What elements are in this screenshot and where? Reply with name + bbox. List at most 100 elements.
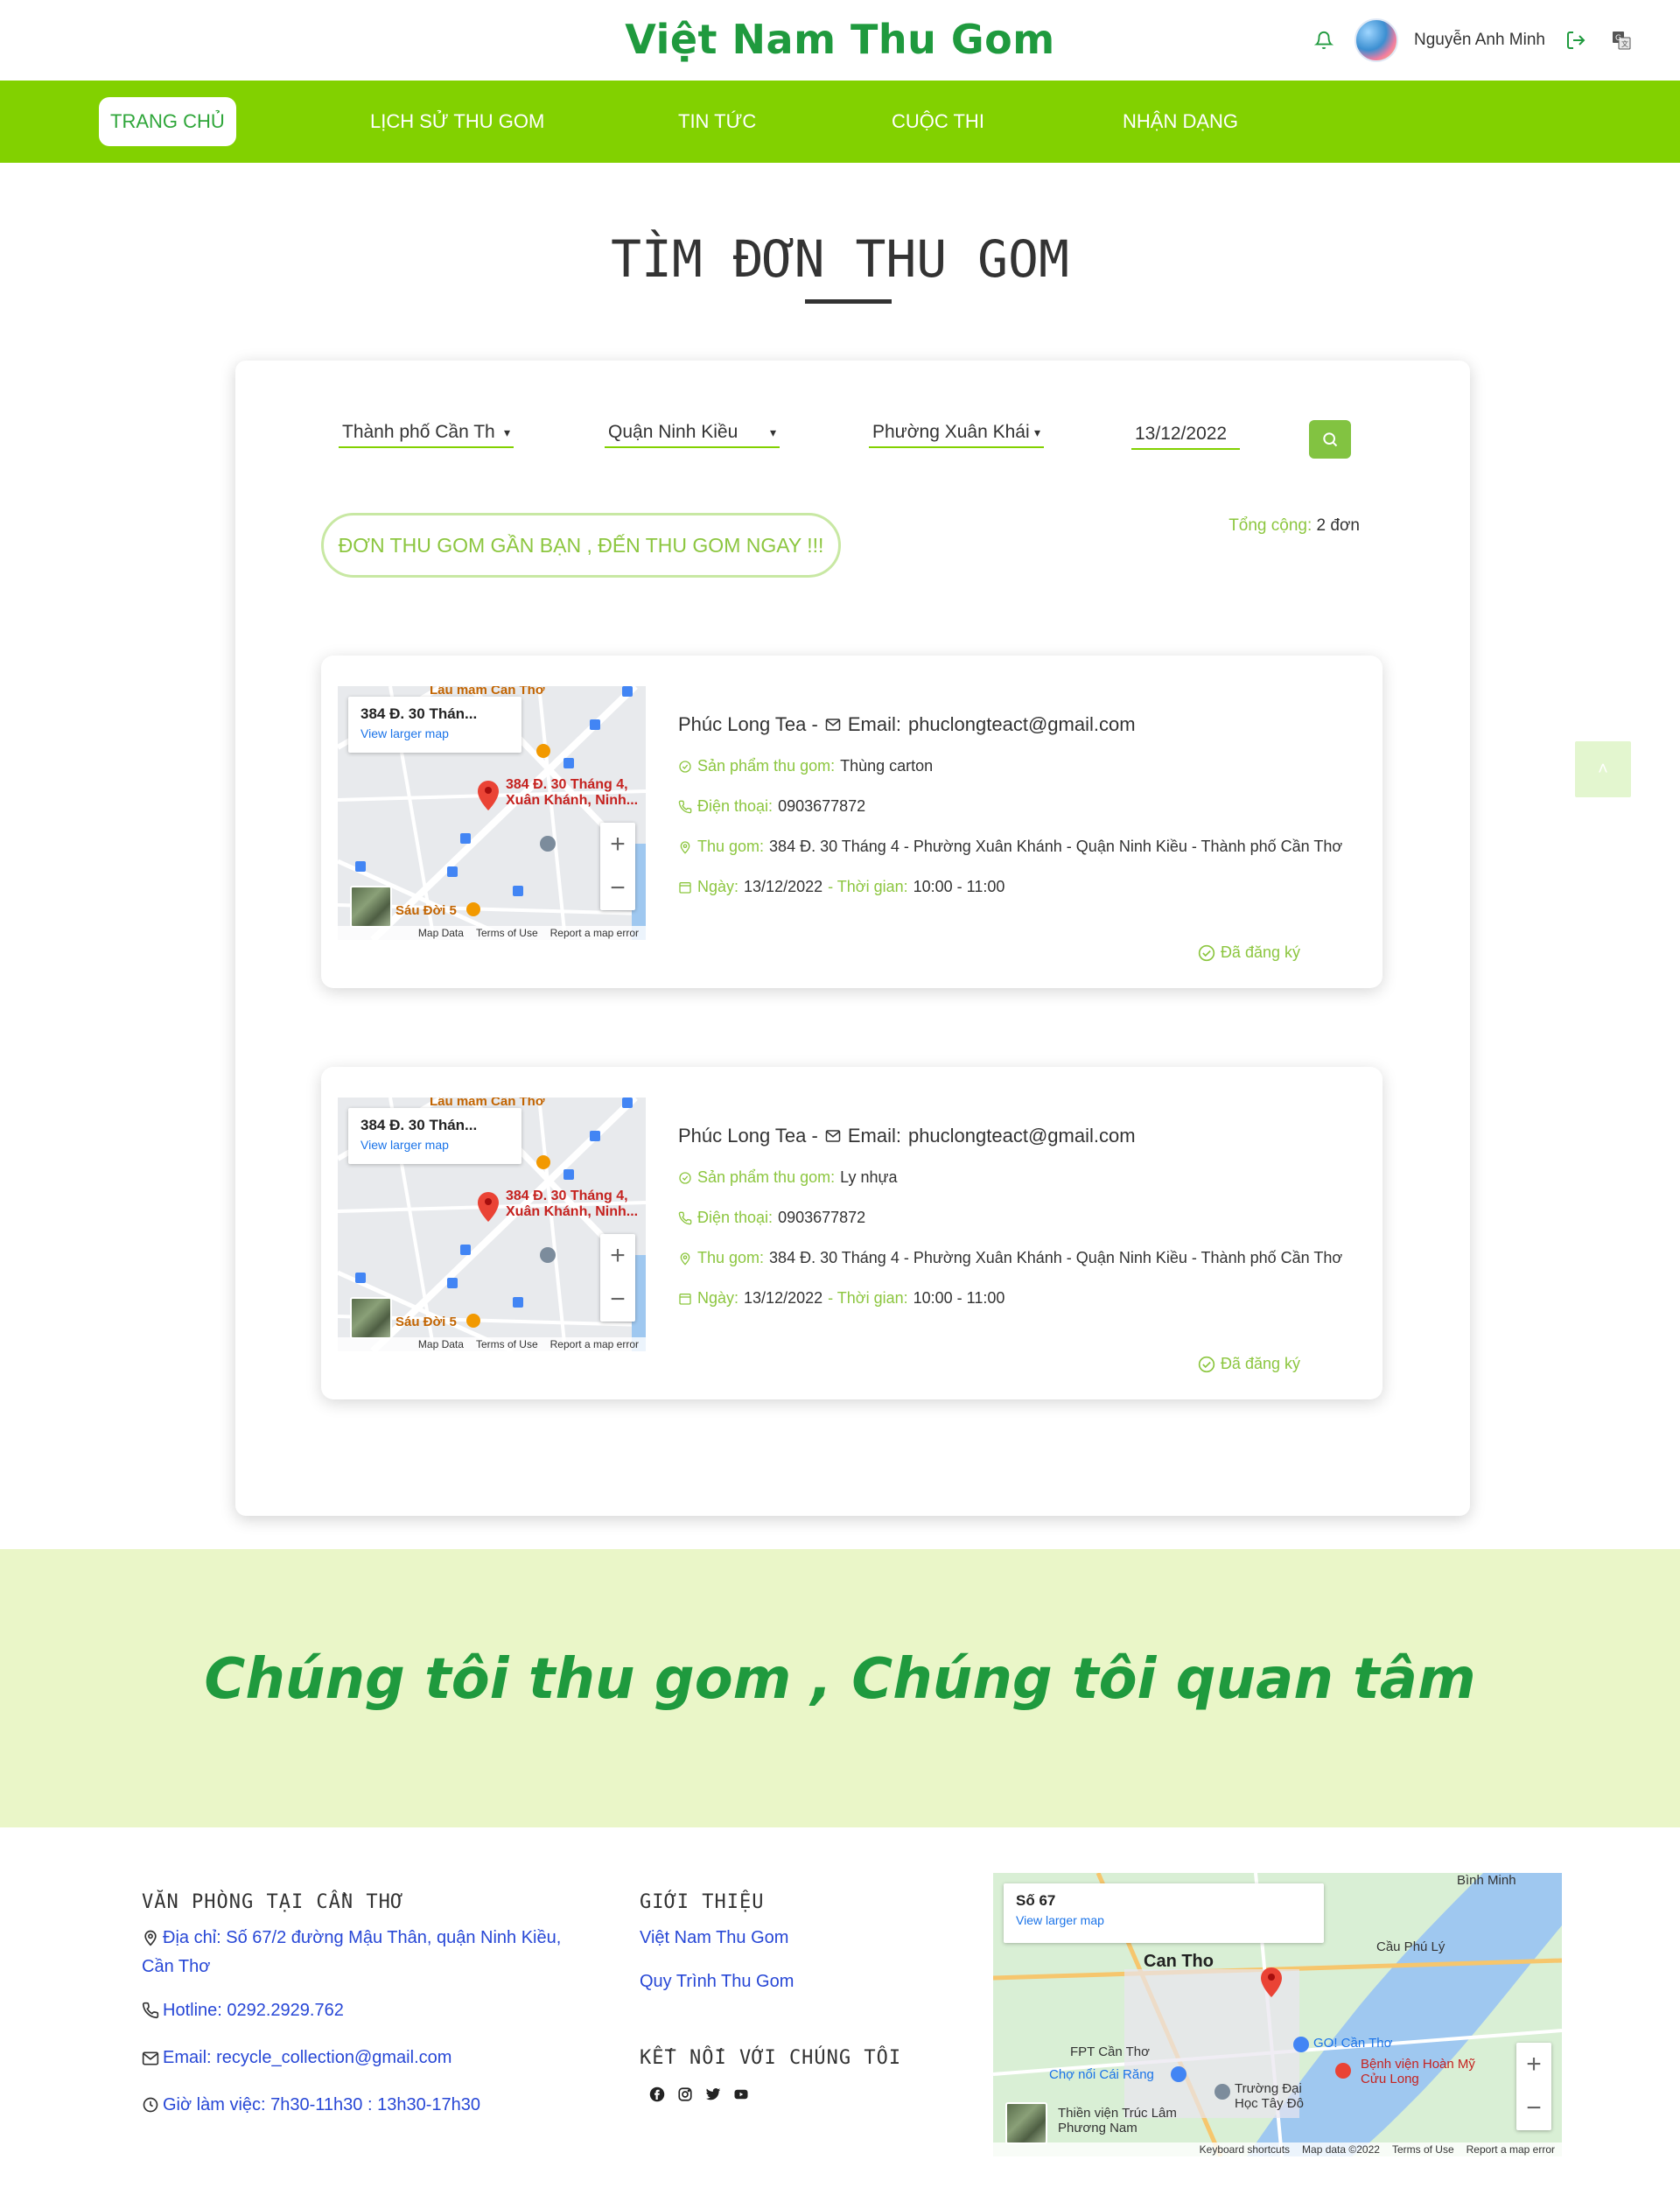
terms-link[interactable]: Terms of Use: [476, 927, 538, 939]
svg-text:文: 文: [1621, 39, 1628, 48]
map-data-link[interactable]: Map Data: [418, 927, 464, 939]
report-map-error-link[interactable]: Report a map error: [550, 1338, 639, 1350]
nav-item-history[interactable]: LỊCH SỬ THU GOM: [359, 97, 556, 146]
location-pin-icon: [680, 840, 690, 854]
map-info-box: 384 Đ. 30 Thán... View larger map: [348, 1108, 522, 1164]
main-nav: TRANG CHỦ LỊCH SỬ THU GOM TIN TỨC CUỘC T…: [0, 81, 1680, 163]
order-map[interactable]: Lẩu mắm Cần Thơ Sáu Đời 5 384 Đ. 30 Thán…: [338, 1098, 646, 1351]
status-label: Đã đăng ký: [1220, 943, 1300, 961]
intro-heading: GIỚI THIỆU: [640, 1891, 765, 1913]
map-place-label: Bệnh viện Hoàn Mỹ Cửu Long: [1361, 2057, 1475, 2086]
city-select[interactable]: Thành phố Cần Th ▾: [339, 418, 514, 448]
map-info-box: 384 Đ. 30 Thán... View larger map: [348, 697, 522, 753]
product-value: Ly nhựa: [840, 1168, 898, 1186]
time-value: 10:00 - 11:00: [913, 878, 1005, 895]
svg-text:G: G: [1615, 34, 1621, 43]
phone-label: Điện thoại:: [697, 797, 774, 815]
nav-item-recognition[interactable]: NHẬN DẠNG: [1111, 97, 1250, 146]
youtube-icon[interactable]: [733, 2086, 749, 2102]
shop-email[interactable]: phuclongteact@gmail.com: [908, 1125, 1136, 1147]
product-label: Sản phẩm thu gom:: [697, 757, 836, 775]
search-card: Thành phố Cần Th ▾ Quận Ninh Kiều ▾ Phường…: [235, 361, 1470, 1516]
map-footer: Map Data Terms of Use Report a map error: [338, 926, 646, 940]
twitter-icon[interactable]: [705, 2086, 721, 2102]
date-input[interactable]: 13/12/2022: [1131, 420, 1240, 450]
status-label: Đã đăng ký: [1220, 1355, 1300, 1372]
zoom-in-button[interactable]: +: [600, 823, 635, 866]
report-map-error-link[interactable]: Report a map error: [550, 927, 639, 939]
map-satellite-toggle[interactable]: [350, 1297, 392, 1339]
registered-status[interactable]: Đã đăng ký: [1198, 1355, 1300, 1373]
view-larger-map-link[interactable]: View larger map: [360, 1138, 509, 1152]
email-text: Email: recycle_collection@gmail.com: [163, 2048, 452, 2067]
zoom-out-button[interactable]: −: [1516, 2086, 1551, 2130]
map-data-link[interactable]: Map data ©2022: [1302, 2143, 1380, 2156]
slogan-text: Chúng tôi thu gom , Chúng tôi quan tâm: [204, 1647, 1476, 1712]
map-place-label: Bình Minh: [1457, 1873, 1516, 1888]
map-zoom-control: + −: [600, 823, 635, 910]
ward-select-value: Phường Xuân Khái: [872, 422, 1030, 442]
map-pin-label-line: 384 Đ. 30 Tháng 4,: [506, 777, 628, 792]
hotline-link[interactable]: Hotline: 0292.2929.762: [142, 1996, 344, 2025]
logout-icon[interactable]: [1561, 25, 1591, 55]
map-zoom-control: + −: [1516, 2043, 1551, 2130]
phone-icon: [678, 800, 692, 813]
keyboard-shortcuts-link[interactable]: Keyboard shortcuts: [1200, 2143, 1290, 2156]
email-link[interactable]: Email: recycle_collection@gmail.com: [142, 2044, 452, 2072]
envelope-icon: [825, 1130, 841, 1142]
avatar[interactable]: [1354, 18, 1398, 62]
order-map[interactable]: Lẩu mắm Cần Thơ Sáu Đời 5 384 Đ. 30 Thán…: [338, 686, 646, 940]
total-value: 2 đơn: [1316, 516, 1360, 535]
zoom-out-button[interactable]: −: [600, 866, 635, 910]
zoom-out-button[interactable]: −: [600, 1278, 635, 1322]
intro-link-brand[interactable]: Việt Nam Thu Gom: [640, 1924, 788, 1953]
total-count: Tổng cộng: 2 đơn: [1228, 516, 1360, 536]
terms-link[interactable]: Terms of Use: [476, 1338, 538, 1350]
address-value: 384 Đ. 30 Tháng 4 - Phường Xuân Khánh - …: [769, 1249, 1343, 1266]
promo-pill[interactable]: ĐƠN THU GOM GẦN BẠN , ĐẾN THU GOM NGAY !…: [321, 513, 841, 578]
map-satellite-toggle[interactable]: [1005, 2102, 1047, 2144]
map-satellite-toggle[interactable]: [350, 886, 392, 928]
user-name[interactable]: Nguyễn Anh Minh: [1414, 31, 1545, 50]
map-zoom-control: + −: [600, 1234, 635, 1322]
date-line: Ngày: 13/12/2022 - Thời gian: 10:00 - 11…: [678, 878, 1004, 896]
product-value: Thùng carton: [840, 757, 934, 775]
zoom-in-button[interactable]: +: [600, 1234, 635, 1278]
date-line: Ngày: 13/12/2022 - Thời gian: 10:00 - 11…: [678, 1289, 1004, 1308]
terms-link[interactable]: Terms of Use: [1392, 2143, 1454, 2156]
search-button[interactable]: [1309, 420, 1351, 459]
address-line: Thu gom: 384 Đ. 30 Tháng 4 - Phường Xuân…: [678, 838, 1342, 856]
intro-link-process[interactable]: Quy Trình Thu Gom: [640, 1967, 794, 1996]
nav-item-contest[interactable]: CUỘC THI: [880, 97, 996, 146]
phone-icon: [678, 1211, 692, 1224]
order-card: Lẩu mắm Cần Thơ Sáu Đời 5 384 Đ. 30 Thán…: [321, 656, 1382, 988]
office-address[interactable]: Địa chỉ: Số 67/2 đường Mậu Thân, quận Ni…: [142, 1924, 579, 1981]
facebook-icon[interactable]: [649, 2086, 665, 2102]
ward-select[interactable]: Phường Xuân Khái ▾: [869, 418, 1044, 448]
envelope-icon: [825, 719, 841, 731]
phone-value: 0903677872: [778, 1209, 866, 1226]
registered-status[interactable]: Đã đăng ký: [1198, 943, 1300, 962]
zoom-in-button[interactable]: +: [1516, 2043, 1551, 2086]
translate-icon[interactable]: G文: [1606, 25, 1636, 55]
bell-icon[interactable]: [1309, 25, 1339, 55]
nav-item-news[interactable]: TIN TỨC: [667, 97, 767, 146]
instagram-icon[interactable]: [677, 2086, 693, 2102]
map-address: 384 Đ. 30 Thán...: [360, 705, 478, 722]
slogan-banner: Chúng tôi thu gom , Chúng tôi quan tâm: [0, 1549, 1680, 1827]
chevron-down-icon: ▾: [503, 424, 510, 439]
phone-line: Điện thoại: 0903677872: [678, 797, 865, 816]
shop-email[interactable]: phuclongteact@gmail.com: [908, 713, 1136, 736]
office-map[interactable]: Can Tho Bình Minh Cầu Phú Lý GO! Cần Thơ…: [993, 1873, 1562, 2156]
address-label: Thu gom:: [697, 1249, 765, 1266]
map-pin-label: 384 Đ. 30 Tháng 4, Xuân Khánh, Ninh...: [506, 1189, 646, 1220]
view-larger-map-link[interactable]: View larger map: [1016, 1913, 1312, 1927]
view-larger-map-link[interactable]: View larger map: [360, 726, 509, 740]
map-data-link[interactable]: Map Data: [418, 1338, 464, 1350]
scroll-to-top-button[interactable]: ˄: [1575, 741, 1631, 797]
district-select[interactable]: Quận Ninh Kiều ▾: [605, 418, 780, 448]
user-area: Nguyễn Anh Minh G文: [1309, 16, 1636, 65]
nav-item-home[interactable]: TRANG CHỦ: [99, 97, 236, 146]
report-map-error-link[interactable]: Report a map error: [1466, 2143, 1555, 2156]
working-hours-text: Giờ làm việc: 7h30-11h30 : 13h30-17h30: [163, 2095, 480, 2114]
